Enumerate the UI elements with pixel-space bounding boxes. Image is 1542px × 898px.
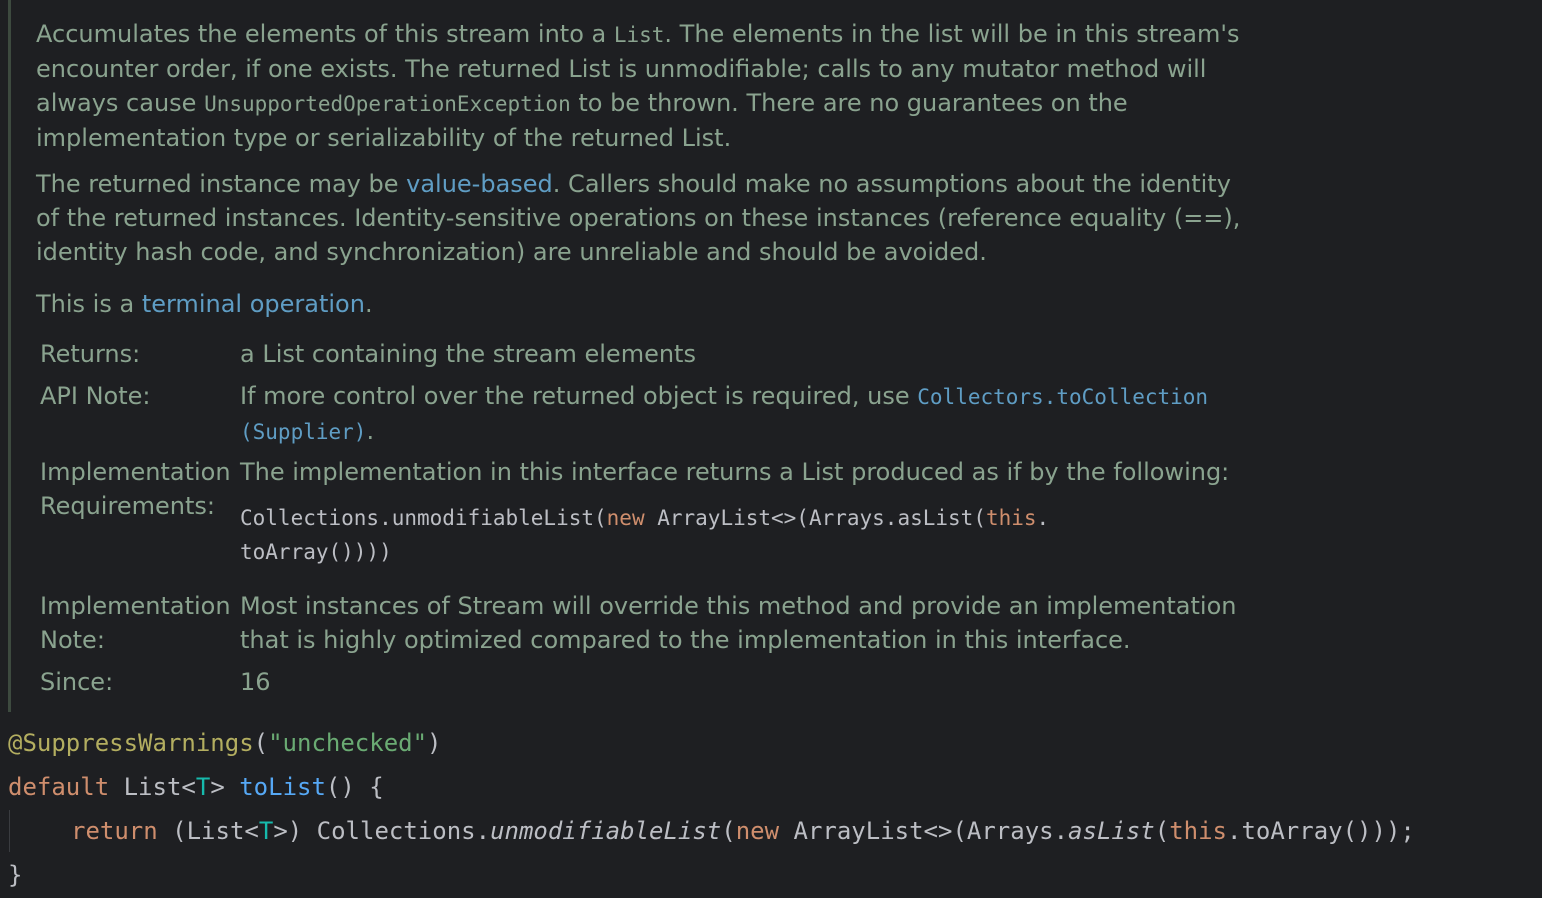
- code-text: >) Collections.: [273, 817, 491, 845]
- collectors-tocollection-link[interactable]: Collectors.toCollection: [917, 385, 1208, 409]
- tag-label-since: Since:: [40, 668, 114, 696]
- code-text: ArrayList<>(Arrays.: [779, 817, 1069, 845]
- doc-text: identity hash code, and synchronization)…: [36, 238, 987, 266]
- doc-text: of the returned instances. Identity-sens…: [36, 204, 1241, 232]
- impl-requirements-code-sample: Collections.unmodifiableList(new ArrayLi…: [240, 501, 1280, 569]
- tag-label-line: Implementation: [40, 458, 231, 486]
- keyword-new: new: [735, 817, 780, 845]
- doc-text: . The elements in the list will be in th…: [664, 20, 1240, 48]
- tag-label-line: Implementation: [40, 592, 231, 620]
- indent-guide: [9, 810, 10, 852]
- terminal-operation-link[interactable]: terminal operation: [142, 290, 365, 318]
- doc-text: Accumulates the elements of this stream …: [36, 20, 614, 48]
- doc-code-exception: UnsupportedOperationException: [204, 92, 571, 116]
- value-based-link[interactable]: value-based: [406, 170, 553, 198]
- doc-text: implementation type or serializability o…: [36, 124, 732, 152]
- method-name-tolist: toList: [239, 773, 326, 801]
- code-line-close-brace[interactable]: }: [8, 853, 22, 897]
- keyword-return: return: [71, 817, 158, 845]
- code-text: (List<: [157, 817, 259, 845]
- doc-text: .: [366, 417, 375, 445]
- code-line-signature[interactable]: default List<T> toList() {: [8, 765, 384, 809]
- doc-text: This is a: [36, 290, 142, 318]
- string-literal: "unchecked": [268, 729, 428, 757]
- annotation-suppresswarnings: @SuppressWarnings: [8, 729, 254, 757]
- type-parameter: T: [258, 817, 274, 845]
- tag-label-returns: Returns:: [40, 340, 141, 368]
- tag-value-returns: a List containing the stream elements: [240, 340, 696, 368]
- supplier-link[interactable]: (Supplier): [240, 420, 366, 444]
- tag-value-impl-requirements: The implementation in this interface ret…: [240, 455, 1280, 569]
- code-text: ArrayList<>(Arrays.asList(: [644, 506, 986, 530]
- code-text: ): [427, 729, 442, 757]
- code-text: toArray())): [240, 540, 380, 564]
- code-text: List<: [109, 773, 196, 801]
- code-text: (: [721, 817, 736, 845]
- doc-text: that is highly optimized compared to the…: [240, 626, 1131, 654]
- code-text: }: [8, 861, 23, 889]
- code-text: () {: [325, 773, 384, 801]
- tag-label-line: Requirements:: [40, 492, 215, 520]
- doc-text: encounter order, if one exists. The retu…: [36, 55, 1207, 83]
- keyword-this: this: [985, 506, 1037, 530]
- code-text: .toArray()));: [1227, 817, 1415, 845]
- doc-text: The returned instance may be: [36, 170, 407, 198]
- doc-paragraph-terminal: This is a terminal operation.: [36, 287, 1276, 321]
- doc-paragraph-description: Accumulates the elements of this stream …: [36, 17, 1276, 155]
- tag-value-impl-note: Most instances of Stream will override t…: [240, 589, 1280, 657]
- doc-text: to be thrown. There are no guarantees on…: [570, 89, 1128, 117]
- code-text: (: [253, 729, 269, 757]
- doc-paragraph-value-based: The returned instance may be value-based…: [36, 167, 1276, 269]
- static-call-unmodifiablelist: unmodifiableList: [490, 817, 722, 845]
- code-text: Collections.unmodifiableList(: [240, 506, 607, 530]
- code-text: (: [1154, 817, 1170, 845]
- doc-text: .: [364, 290, 373, 318]
- code-text: ): [379, 540, 392, 564]
- doc-code-list: List: [613, 23, 665, 47]
- tag-value-since: 16: [240, 668, 271, 696]
- static-call-aslist: asList: [1068, 817, 1155, 845]
- javadoc-rendered-view: Accumulates the elements of this stream …: [8, 0, 1281, 712]
- doc-text: The implementation in this interface ret…: [240, 458, 1230, 486]
- tag-label-api-note: API Note:: [40, 382, 151, 410]
- type-parameter: T: [195, 773, 211, 801]
- tag-value-api-note: If more control over the returned object…: [240, 379, 1280, 449]
- doc-text: . Callers should make no assumptions abo…: [552, 170, 1231, 198]
- keyword-this: this: [1169, 817, 1227, 845]
- doc-text: If more control over the returned object…: [240, 382, 918, 410]
- keyword-default: default: [8, 773, 110, 801]
- code-text: >: [210, 773, 240, 801]
- code-line-return[interactable]: return (List<T>) Collections.unmodifiabl…: [71, 809, 1415, 853]
- keyword-new: new: [606, 506, 645, 530]
- doc-text: Most instances of Stream will override t…: [240, 592, 1237, 620]
- code-text: .: [1036, 506, 1050, 530]
- code-line-annotation[interactable]: @SuppressWarnings("unchecked"): [8, 721, 442, 765]
- doc-text: always cause: [36, 89, 205, 117]
- tag-label-impl-requirements: Implementation Requirements:: [40, 455, 240, 523]
- tag-label-impl-note: Implementation Note:: [40, 589, 240, 657]
- tag-label-line: Note:: [40, 626, 105, 654]
